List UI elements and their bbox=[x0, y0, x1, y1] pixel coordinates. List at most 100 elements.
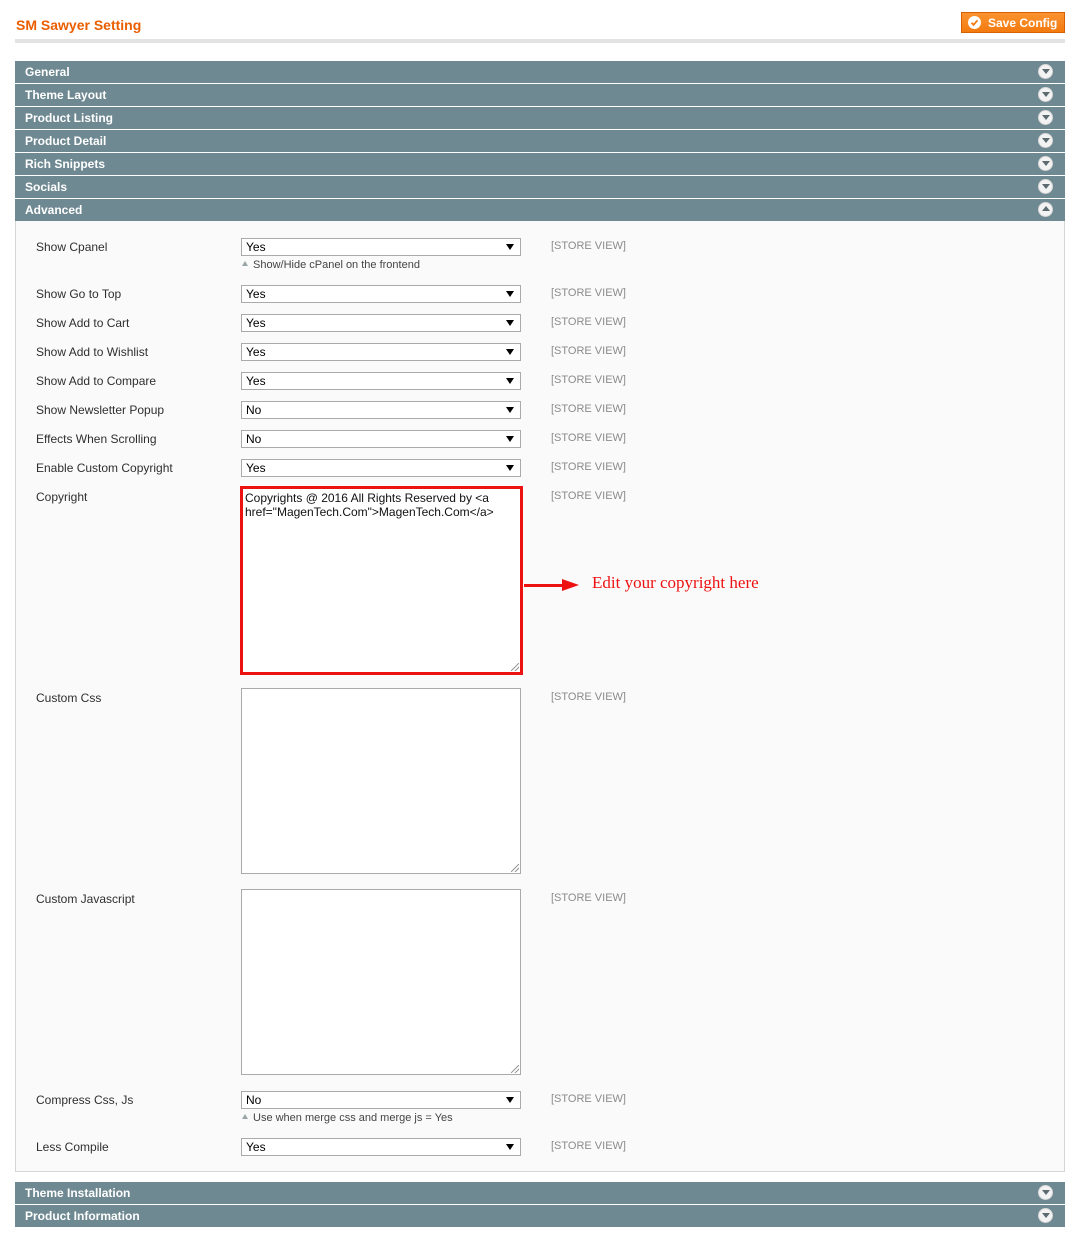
show-cpanel-value: Yes bbox=[246, 240, 266, 254]
show-add-to-compare-value: Yes bbox=[246, 374, 266, 388]
custom-javascript-label: Custom Javascript bbox=[36, 892, 135, 906]
section-socials-label: Socials bbox=[25, 180, 68, 194]
section-rich-snippets[interactable]: Rich Snippets bbox=[15, 153, 1065, 175]
expand-icon bbox=[1038, 133, 1053, 148]
custom-css-textarea[interactable] bbox=[241, 688, 521, 874]
section-theme-layout-label: Theme Layout bbox=[25, 88, 107, 102]
section-product-information-label: Product Information bbox=[25, 1209, 140, 1223]
compress-css-js-value: No bbox=[246, 1093, 262, 1107]
expand-icon bbox=[1038, 110, 1053, 125]
scope-label: [STORE VIEW] bbox=[551, 461, 626, 473]
section-product-information[interactable]: Product Information bbox=[15, 1205, 1065, 1227]
save-config-button[interactable]: Save Config bbox=[961, 12, 1065, 33]
show-add-to-compare-label: Show Add to Compare bbox=[36, 374, 157, 388]
show-cpanel-label: Show Cpanel bbox=[36, 240, 108, 254]
dropdown-arrow-icon bbox=[506, 436, 514, 442]
title-divider bbox=[15, 39, 1065, 43]
enable-custom-copyright-label: Enable Custom Copyright bbox=[36, 461, 173, 475]
scope-label: [STORE VIEW] bbox=[551, 691, 626, 703]
effects-when-scrolling-label: Effects When Scrolling bbox=[36, 432, 157, 446]
effects-when-scrolling-value: No bbox=[246, 432, 262, 446]
enable-custom-copyright-select[interactable]: Yes bbox=[241, 459, 521, 477]
show-go-to-top-label: Show Go to Top bbox=[36, 287, 122, 301]
custom-javascript-textarea[interactable] bbox=[241, 889, 521, 1075]
expand-icon bbox=[1038, 156, 1053, 171]
section-rich-snippets-label: Rich Snippets bbox=[25, 157, 106, 171]
dropdown-arrow-icon bbox=[506, 1144, 514, 1150]
expand-icon bbox=[1038, 1185, 1053, 1200]
show-add-to-cart-select[interactable]: Yes bbox=[241, 314, 521, 332]
scope-label: [STORE VIEW] bbox=[551, 345, 626, 357]
annotation-text: Edit your copyright here bbox=[592, 573, 759, 592]
show-go-to-top-select[interactable]: Yes bbox=[241, 285, 521, 303]
enable-custom-copyright-value: Yes bbox=[246, 461, 266, 475]
show-add-to-wishlist-value: Yes bbox=[246, 345, 266, 359]
section-socials[interactable]: Socials bbox=[15, 176, 1065, 198]
dropdown-arrow-icon bbox=[506, 378, 514, 384]
triangle-icon bbox=[242, 1113, 248, 1119]
scope-label: [STORE VIEW] bbox=[551, 1093, 626, 1105]
show-add-to-wishlist-label: Show Add to Wishlist bbox=[36, 345, 149, 359]
scope-label: [STORE VIEW] bbox=[551, 240, 626, 252]
resize-grip-icon[interactable] bbox=[511, 1065, 519, 1073]
section-theme-installation[interactable]: Theme Installation bbox=[15, 1182, 1065, 1204]
annotation-highlight-box bbox=[240, 486, 523, 675]
check-icon bbox=[968, 16, 981, 29]
less-compile-value: Yes bbox=[246, 1140, 266, 1154]
compress-css-js-label: Compress Css, Js bbox=[36, 1093, 134, 1107]
show-add-to-cart-label: Show Add to Cart bbox=[36, 316, 130, 330]
dropdown-arrow-icon bbox=[506, 291, 514, 297]
show-cpanel-note: Show/Hide cPanel on the frontend bbox=[242, 259, 420, 271]
less-compile-label: Less Compile bbox=[36, 1140, 109, 1154]
compress-css-js-note-text: Use when merge css and merge js = Yes bbox=[253, 1112, 453, 1124]
expand-icon bbox=[1038, 179, 1053, 194]
section-product-detail[interactable]: Product Detail bbox=[15, 130, 1065, 152]
triangle-icon bbox=[242, 260, 248, 266]
show-newsletter-popup-value: No bbox=[246, 403, 262, 417]
scope-label: [STORE VIEW] bbox=[551, 403, 626, 415]
scope-label: [STORE VIEW] bbox=[551, 490, 626, 502]
collapse-icon bbox=[1038, 202, 1053, 217]
show-add-to-cart-value: Yes bbox=[246, 316, 266, 330]
dropdown-arrow-icon bbox=[506, 1097, 514, 1103]
section-advanced[interactable]: Advanced bbox=[15, 199, 1065, 221]
save-config-label: Save Config bbox=[988, 15, 1058, 30]
dropdown-arrow-icon bbox=[506, 320, 514, 326]
scope-label: [STORE VIEW] bbox=[551, 892, 626, 904]
scope-label: [STORE VIEW] bbox=[551, 1140, 626, 1152]
scope-label: [STORE VIEW] bbox=[551, 287, 626, 299]
section-theme-layout[interactable]: Theme Layout bbox=[15, 84, 1065, 106]
section-product-listing-label: Product Listing bbox=[25, 111, 113, 125]
expand-icon bbox=[1038, 64, 1053, 79]
resize-grip-icon[interactable] bbox=[511, 864, 519, 872]
show-cpanel-select[interactable]: Yes bbox=[241, 238, 521, 256]
section-general-label: General bbox=[25, 65, 70, 79]
compress-css-js-select[interactable]: No bbox=[241, 1091, 521, 1109]
scope-label: [STORE VIEW] bbox=[551, 316, 626, 328]
scope-label: [STORE VIEW] bbox=[551, 432, 626, 444]
show-add-to-compare-select[interactable]: Yes bbox=[241, 372, 521, 390]
section-general[interactable]: General bbox=[15, 61, 1065, 83]
dropdown-arrow-icon bbox=[506, 465, 514, 471]
section-advanced-label: Advanced bbox=[25, 203, 83, 217]
annotation-arrow-icon bbox=[524, 579, 580, 591]
show-cpanel-note-text: Show/Hide cPanel on the frontend bbox=[253, 259, 420, 271]
show-add-to-wishlist-select[interactable]: Yes bbox=[241, 343, 521, 361]
dropdown-arrow-icon bbox=[506, 244, 514, 250]
show-newsletter-popup-select[interactable]: No bbox=[241, 401, 521, 419]
custom-css-label: Custom Css bbox=[36, 691, 102, 705]
section-theme-installation-label: Theme Installation bbox=[25, 1186, 131, 1200]
expand-icon bbox=[1038, 87, 1053, 102]
page-title: SM Sawyer Setting bbox=[16, 17, 142, 33]
advanced-panel bbox=[15, 221, 1065, 1172]
section-product-detail-label: Product Detail bbox=[25, 134, 107, 148]
dropdown-arrow-icon bbox=[506, 349, 514, 355]
section-product-listing[interactable]: Product Listing bbox=[15, 107, 1065, 129]
compress-css-js-note: Use when merge css and merge js = Yes bbox=[242, 1112, 453, 1124]
scope-label: [STORE VIEW] bbox=[551, 374, 626, 386]
less-compile-select[interactable]: Yes bbox=[241, 1138, 521, 1156]
show-newsletter-popup-label: Show Newsletter Popup bbox=[36, 403, 165, 417]
effects-when-scrolling-select[interactable]: No bbox=[241, 430, 521, 448]
copyright-label: Copyright bbox=[36, 490, 88, 504]
dropdown-arrow-icon bbox=[506, 407, 514, 413]
